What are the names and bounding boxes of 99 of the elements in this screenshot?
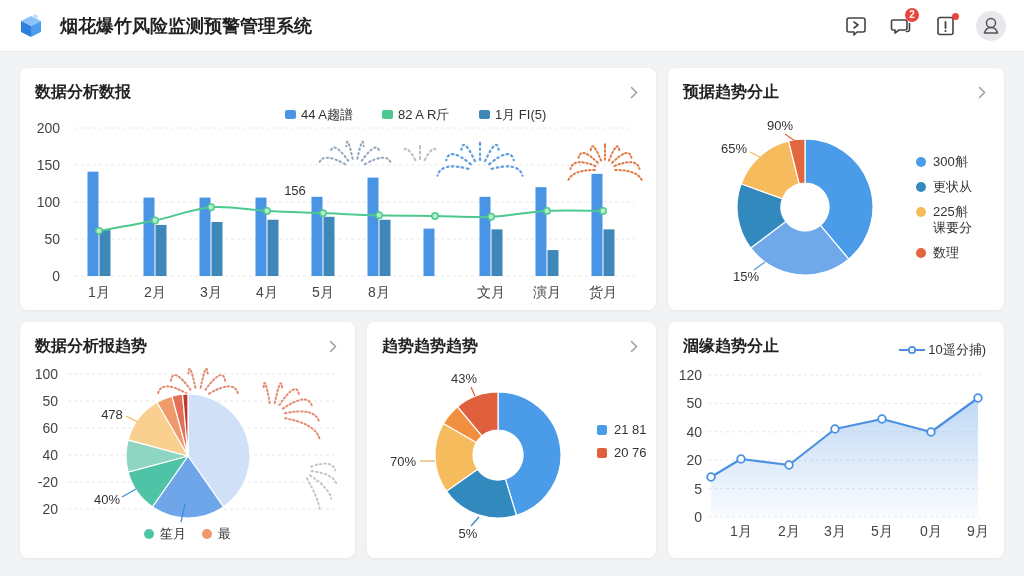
spark-burst-drawing — [305, 462, 338, 510]
axis-label: 2月 — [144, 284, 166, 300]
point-marker-icon — [207, 203, 215, 212]
axis-label: 200 — [36, 120, 60, 136]
axis-label: 货月 — [589, 284, 617, 300]
percent-label: 90% — [767, 118, 793, 133]
chevron-right-icon[interactable] — [978, 85, 986, 99]
card-title: 数据分析数报 — [35, 82, 131, 102]
axis-label: 100 — [36, 194, 60, 210]
card-title: 预据趋势分止 — [683, 82, 779, 102]
leader-line — [470, 386, 476, 397]
message-box-icon[interactable] — [845, 14, 867, 37]
legend-label: 300斛 — [933, 153, 968, 170]
data-label: 156 — [284, 183, 306, 198]
percent-label: 70% — [390, 454, 416, 469]
axis-label: 50 — [686, 395, 702, 412]
chevron-right-icon[interactable] — [329, 339, 337, 353]
point-marker-icon — [784, 460, 794, 470]
axis-label: 20 — [42, 501, 58, 517]
axis-label: 50 — [42, 393, 58, 409]
point-marker-icon — [926, 427, 936, 437]
axis-label: 3月 — [200, 284, 222, 300]
legend-label: 数理 — [933, 244, 959, 261]
axis-label: 0 — [52, 268, 60, 284]
axis-label: 演月 — [533, 284, 561, 300]
user-avatar-icon[interactable] — [976, 10, 1006, 41]
legend-label: 20 76 — [614, 445, 647, 461]
axis-label: 文月 — [477, 284, 505, 300]
axis-label: 5月 — [312, 284, 334, 300]
leader-line — [125, 415, 139, 423]
axis-label: 5月 — [871, 523, 893, 539]
axis-label: 50 — [44, 231, 60, 247]
axis-label: 5 — [694, 480, 702, 497]
axis-label: 3月 — [824, 523, 846, 539]
point-marker-icon — [736, 454, 746, 464]
axis-label: 0 — [694, 509, 702, 525]
point-marker-icon — [830, 424, 840, 434]
leader-line — [784, 133, 796, 142]
axis-label: 0月 — [920, 523, 942, 539]
legend-label: 44 A趨譜 — [301, 107, 354, 122]
percent-label: 15% — [733, 269, 759, 284]
point-marker-icon — [151, 216, 159, 225]
axis-label: 8月 — [368, 284, 390, 300]
axis-label: 150 — [36, 157, 60, 173]
percent-label: 478 — [101, 407, 123, 422]
axis-label: -20 — [37, 474, 58, 490]
legend-label: 更状从 — [933, 178, 972, 195]
axis-label: 9月 — [967, 523, 989, 539]
axis-label: 20 — [686, 452, 702, 469]
point-marker-icon — [543, 206, 551, 215]
chart-bar — [323, 216, 335, 276]
percent-label: 40% — [94, 492, 120, 507]
axis-label: 4月 — [256, 284, 278, 300]
count-badge: 2 — [905, 7, 919, 22]
cube-logo-icon — [20, 13, 42, 38]
spark-burst-drawing — [262, 381, 321, 441]
point-marker-icon — [487, 212, 495, 221]
card-title: 涸缘趋势分止 — [683, 336, 779, 356]
app-title: 烟花爆竹风险监测预警管理系统 — [60, 14, 312, 38]
point-marker-icon — [599, 206, 607, 215]
chart-bar — [267, 219, 279, 276]
legend-label: 225斛课要分 — [933, 203, 973, 236]
percent-label: 5% — [458, 526, 478, 541]
point-marker-icon — [319, 209, 327, 218]
legend-label: 最 — [218, 525, 231, 543]
axis-label: 120 — [678, 367, 702, 383]
percent-label: 65% — [721, 141, 747, 156]
legend-label: 21 81 — [614, 422, 647, 438]
point-marker-icon — [706, 472, 716, 482]
legend-label: 笙月 — [160, 525, 186, 543]
chevron-right-icon[interactable] — [630, 85, 638, 99]
alert-icon[interactable] — [935, 14, 957, 37]
legend-label: 10遥分捕) — [928, 341, 986, 359]
legend-label: 1月 FI(5) — [495, 107, 547, 122]
legend-label: 82 A R斤 — [398, 107, 450, 122]
point-marker-icon — [263, 206, 271, 215]
axis-label: 100 — [34, 366, 58, 382]
axis-label: 60 — [42, 420, 58, 436]
card-title: 数据分析报趋势 — [35, 336, 147, 356]
axis-label: 40 — [686, 423, 702, 440]
point-marker-icon — [95, 226, 103, 235]
axis-label: 1月 — [730, 523, 752, 539]
leader-line — [749, 151, 761, 158]
card-title: 趋势趋势趋势 — [382, 336, 478, 356]
leader-line — [470, 516, 480, 527]
leader-line — [419, 460, 436, 462]
point-marker-icon — [877, 414, 887, 424]
chart-bar — [423, 228, 435, 276]
leader-line — [121, 488, 137, 498]
leader-line — [180, 503, 186, 523]
leader-line — [753, 261, 766, 271]
axis-label: 1月 — [88, 284, 110, 300]
axis-label: 40 — [42, 447, 58, 463]
axis-label: 2月 — [778, 523, 800, 539]
chevron-right-icon[interactable] — [630, 339, 638, 353]
point-marker-icon — [973, 393, 983, 403]
percent-label: 43% — [451, 371, 477, 386]
point-marker-icon — [431, 212, 439, 220]
point-marker-icon — [375, 211, 383, 220]
